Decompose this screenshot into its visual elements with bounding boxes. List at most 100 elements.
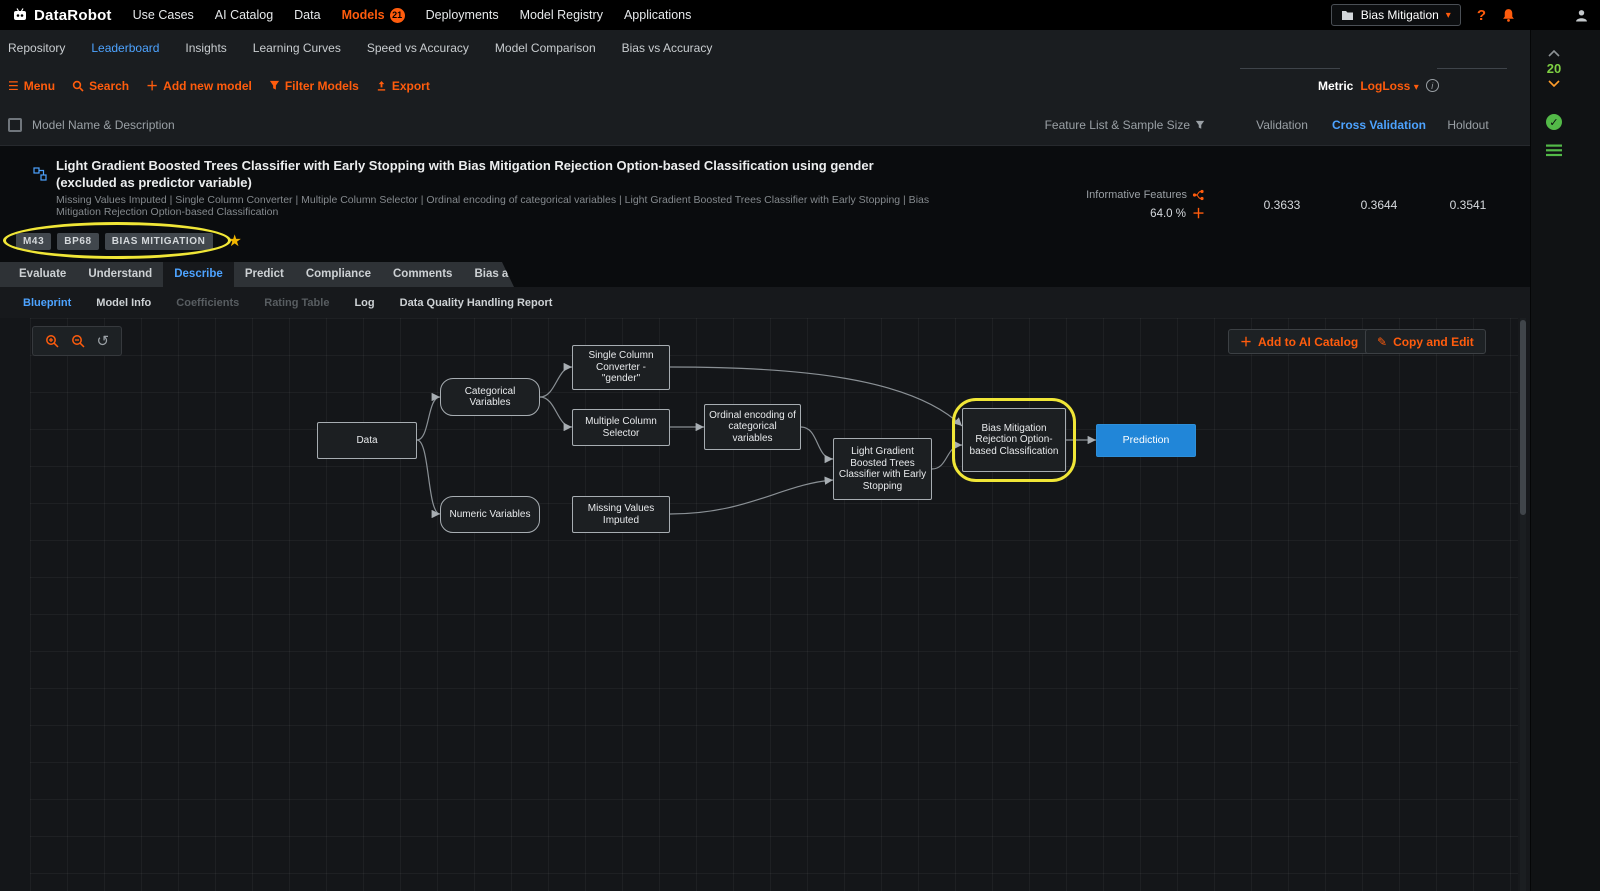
- worker-decrease-icon[interactable]: [1548, 80, 1560, 87]
- main-content: Repository Leaderboard Insights Learning…: [0, 30, 1530, 891]
- select-all-checkbox[interactable]: [8, 118, 22, 132]
- tab-bias-and-fairness[interactable]: Bias and Fairness: [463, 262, 583, 287]
- reset-zoom-icon[interactable]: ↺: [97, 334, 110, 349]
- node-categorical-variables[interactable]: Categorical Variables: [440, 378, 540, 416]
- leaderboard-model-row[interactable]: Light Gradient Boosted Trees Classifier …: [0, 145, 1530, 262]
- node-numeric-variables[interactable]: Numeric Variables: [440, 496, 540, 533]
- folder-icon: [1341, 10, 1354, 21]
- nav-item-model-registry[interactable]: Model Registry: [520, 8, 603, 22]
- export-icon: [376, 80, 387, 92]
- model-number-badge: M43: [16, 233, 52, 250]
- info-icon[interactable]: i: [1425, 79, 1439, 92]
- nav-item-applications[interactable]: Applications: [624, 8, 691, 22]
- node-bias-mitigation[interactable]: Bias Mitigation Rejection Option-based C…: [962, 408, 1066, 472]
- model-feature-list[interactable]: Informative Features: [990, 189, 1205, 201]
- zoom-controls: ↺: [32, 326, 122, 356]
- model-badges: M43 BP68 BIAS MITIGATION ★: [16, 233, 242, 250]
- tab-compliance[interactable]: Compliance: [295, 262, 382, 287]
- user-profile-icon[interactable]: [1575, 9, 1588, 22]
- zoom-in-icon[interactable]: [45, 334, 59, 348]
- metric-rule-right: [1437, 68, 1507, 69]
- column-cross-validation[interactable]: Cross Validation: [1329, 118, 1429, 132]
- bias-mitigation-badge: BIAS MITIGATION: [104, 233, 213, 250]
- filter-funnel-icon: [1195, 120, 1205, 130]
- model-tabs: Evaluate Understand Describe Predict Com…: [0, 262, 514, 287]
- leaderboard-toolbar: ☰ Menu Search ＋ Add new model Filter Mod…: [0, 66, 1530, 105]
- project-selector[interactable]: Bias Mitigation ▾: [1330, 4, 1461, 26]
- node-data[interactable]: Data: [317, 422, 417, 459]
- top-nav: DataRobot Use Cases AI Catalog Data Mode…: [0, 0, 1600, 30]
- subnav-leaderboard[interactable]: Leaderboard: [91, 41, 159, 55]
- subtab-log[interactable]: Log: [354, 297, 374, 309]
- model-title[interactable]: Light Gradient Boosted Trees Classifier …: [56, 158, 916, 191]
- describe-subtabs: Blueprint Model Info Coefficients Rating…: [0, 287, 1530, 318]
- subtab-blueprint[interactable]: Blueprint: [23, 297, 71, 309]
- datarobot-logo[interactable]: DataRobot: [12, 7, 112, 24]
- nav-item-models[interactable]: Models 21: [342, 7, 405, 23]
- worker-increase-icon[interactable]: [1548, 50, 1560, 57]
- model-holdout-score: 0.3541: [1449, 198, 1487, 212]
- status-check-icon[interactable]: ✓: [1546, 114, 1562, 130]
- increase-sample-icon[interactable]: ＋: [1192, 207, 1205, 220]
- copy-and-edit-button[interactable]: ✎ Copy and Edit: [1365, 329, 1486, 354]
- subtab-model-info[interactable]: Model Info: [96, 297, 151, 309]
- column-feature-list[interactable]: Feature List & Sample Size: [1000, 118, 1205, 132]
- right-rail: 20 ✓: [1530, 30, 1600, 891]
- leaderboard-header-row: Model Name & Description Feature List & …: [0, 105, 1530, 145]
- node-prediction[interactable]: Prediction: [1096, 424, 1196, 457]
- help-icon[interactable]: ?: [1477, 7, 1486, 24]
- tab-comments[interactable]: Comments: [382, 262, 463, 287]
- tab-understand[interactable]: Understand: [77, 262, 163, 287]
- subnav-bias-vs-accuracy[interactable]: Bias vs Accuracy: [622, 41, 713, 55]
- nav-item-data[interactable]: Data: [294, 8, 320, 22]
- model-validation-score: 0.3633: [1263, 198, 1301, 212]
- subnav-repository[interactable]: Repository: [8, 41, 65, 55]
- top-nav-right: Bias Mitigation ▾ ?: [1330, 4, 1588, 26]
- leaderboard-list-icon[interactable]: [1546, 144, 1562, 157]
- favorite-star-icon[interactable]: ★: [228, 233, 242, 250]
- column-holdout[interactable]: Holdout: [1422, 118, 1514, 132]
- search-button[interactable]: Search: [72, 79, 129, 93]
- menu-button[interactable]: ☰ Menu: [8, 79, 55, 93]
- search-icon: [72, 80, 84, 92]
- nav-item-ai-catalog[interactable]: AI Catalog: [215, 8, 273, 22]
- model-cross-validation-score: 0.3644: [1360, 198, 1398, 212]
- subnav-model-comparison[interactable]: Model Comparison: [495, 41, 596, 55]
- funnel-icon: [269, 80, 280, 91]
- pencil-icon: ✎: [1377, 334, 1388, 349]
- blueprint-icon: [33, 167, 47, 181]
- node-multiple-column-selector[interactable]: Multiple Column Selector: [572, 409, 670, 446]
- model-sample-size[interactable]: 64.0 % ＋: [990, 207, 1205, 220]
- tab-evaluate[interactable]: Evaluate: [8, 262, 77, 287]
- model-tabs-row: Evaluate Understand Describe Predict Com…: [0, 262, 1530, 287]
- tab-predict[interactable]: Predict: [234, 262, 295, 287]
- column-validation[interactable]: Validation: [1232, 118, 1332, 132]
- export-button[interactable]: Export: [376, 79, 430, 93]
- node-lgbt-classifier[interactable]: Light Gradient Boosted Trees Classifier …: [833, 438, 932, 500]
- column-model-name: Model Name & Description: [32, 118, 175, 132]
- models-count-badge: 21: [389, 7, 405, 23]
- zoom-out-icon[interactable]: [71, 334, 85, 348]
- node-missing-values-imputed[interactable]: Missing Values Imputed: [572, 496, 670, 533]
- tab-describe[interactable]: Describe: [163, 262, 234, 287]
- subtab-data-quality-report[interactable]: Data Quality Handling Report: [400, 297, 553, 309]
- blueprint-canvas[interactable]: ↺ ＋ Add to AI Catalog ✎ Copy and Edit Da…: [0, 318, 1518, 891]
- notifications-bell-icon[interactable]: [1502, 8, 1515, 22]
- subnav-speed-vs-accuracy[interactable]: Speed vs Accuracy: [367, 41, 469, 55]
- worker-count: 20: [1546, 61, 1562, 76]
- plus-icon: ＋: [146, 79, 159, 93]
- subtab-rating-table: Rating Table: [264, 296, 330, 309]
- scrollbar-thumb[interactable]: [1520, 320, 1526, 515]
- add-new-model-button[interactable]: ＋ Add new model: [146, 77, 252, 94]
- nav-item-use-cases[interactable]: Use Cases: [133, 8, 194, 22]
- node-ordinal-encoding[interactable]: Ordinal encoding of categorical variable…: [704, 404, 801, 450]
- nav-item-deployments[interactable]: Deployments: [426, 8, 499, 22]
- metric-value-dropdown[interactable]: LogLoss ▾: [1360, 79, 1418, 93]
- model-description: Missing Values Imputed | Single Column C…: [56, 194, 930, 218]
- chevron-down-icon: ▾: [1445, 9, 1451, 21]
- node-single-column-converter[interactable]: Single Column Converter - "gender": [572, 345, 670, 390]
- subnav-insights[interactable]: Insights: [185, 41, 226, 55]
- filter-models-button[interactable]: Filter Models: [269, 79, 359, 93]
- subnav-learning-curves[interactable]: Learning Curves: [253, 41, 341, 55]
- add-to-ai-catalog-button[interactable]: ＋ Add to AI Catalog: [1228, 329, 1371, 354]
